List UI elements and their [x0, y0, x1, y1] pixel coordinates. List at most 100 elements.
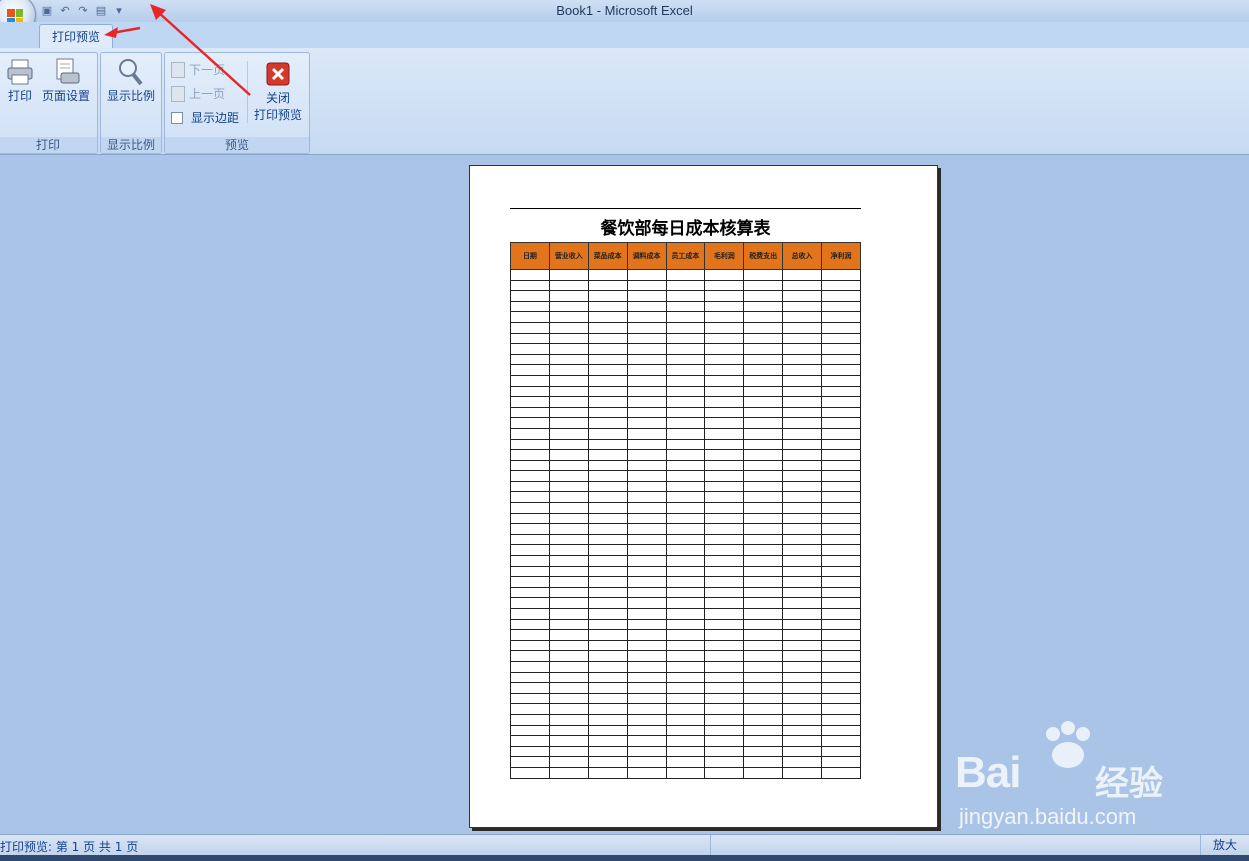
table-cell: [665, 671, 706, 684]
table-cell: [704, 311, 745, 323]
save-icon[interactable]: ▣: [40, 4, 54, 18]
table-cell: [548, 523, 589, 535]
table-cell: [548, 459, 589, 472]
table-cell: [821, 311, 861, 323]
table-cell: [587, 576, 628, 588]
table-cell: [704, 692, 745, 705]
table-cell: [626, 269, 667, 281]
table-cell: [704, 735, 745, 747]
table-cell: [665, 713, 706, 726]
table-cell: [548, 576, 589, 588]
table-cell: [587, 470, 628, 482]
page-setup-button[interactable]: 页面设置: [39, 57, 93, 104]
table-cell: [743, 660, 784, 673]
table-cell: [548, 343, 589, 355]
table-cell: [665, 512, 706, 525]
table-cell: [704, 480, 745, 493]
table-cell: [782, 703, 822, 715]
table-cell: [587, 502, 628, 514]
table-cell: [704, 353, 745, 366]
table-cell: [704, 290, 745, 302]
table-row: [510, 512, 861, 525]
table-cell: [704, 618, 745, 631]
table-cell: [704, 608, 745, 620]
table-cell: [587, 703, 628, 715]
table-cell: [704, 449, 745, 461]
table-cell: [665, 449, 706, 461]
table-row: [510, 427, 861, 440]
customize-qat-chevron-icon[interactable]: ▾: [112, 4, 126, 18]
table-cell: [743, 480, 784, 493]
table-cell: [626, 290, 667, 302]
table-cell: [821, 353, 861, 366]
table-cell: [548, 660, 589, 673]
table-cell: [782, 660, 822, 673]
undo-icon[interactable]: ↶: [58, 4, 72, 18]
table-cell: [665, 735, 706, 747]
table-cell: [821, 449, 861, 461]
table-cell: [665, 470, 706, 482]
table-cell: [626, 565, 667, 578]
close-preview-button[interactable]: 关闭 打印预览: [251, 59, 305, 123]
table-row: [510, 555, 861, 567]
table-cell: [782, 766, 822, 779]
table-cell: [548, 565, 589, 578]
table-cell: [548, 703, 589, 715]
table-cell: [704, 364, 745, 376]
table-cell: [665, 427, 706, 440]
table-cell: [704, 586, 745, 599]
table-row: [510, 480, 861, 493]
table-cell: [782, 682, 822, 694]
table-row: [510, 459, 861, 472]
table-cell: [510, 650, 550, 662]
table-cell: [821, 502, 861, 514]
table-row: [510, 353, 861, 366]
print-preview-icon[interactable]: ▤: [94, 4, 108, 18]
table-cell: [782, 512, 822, 525]
prev-page-button[interactable]: 上一页: [171, 85, 225, 102]
table-cell: [510, 724, 550, 737]
table-cell: [665, 629, 706, 641]
table-cell: [821, 417, 861, 429]
taskbar: [0, 855, 1249, 861]
table-cell: [743, 427, 784, 440]
table-row: [510, 618, 861, 631]
table-cell: [782, 385, 822, 398]
table-cell: [704, 396, 745, 408]
print-button[interactable]: 打印: [3, 57, 37, 104]
table-cell: [626, 650, 667, 662]
table-cell: [665, 682, 706, 694]
preview-page[interactable]: 餐饮部每日成本核算表 日期 营业收入 菜品成本 调料成本 员工成本 毛利润 税费支出 总收入净…: [469, 165, 938, 828]
table-row: [510, 735, 861, 747]
table-cell: [587, 682, 628, 694]
table-cell: [587, 491, 628, 504]
show-margins-checkbox[interactable]: 显示边距: [171, 109, 239, 126]
table-cell: [782, 290, 822, 302]
table-cell: [821, 332, 861, 345]
table-cell: [665, 660, 706, 673]
table-cell: [510, 459, 550, 472]
table-cell: [548, 766, 589, 779]
zoom-in-button[interactable]: 放大: [1200, 835, 1249, 855]
table-cell: [743, 385, 784, 398]
table-cell: [626, 364, 667, 376]
table-cell: [704, 756, 745, 768]
zoom-button[interactable]: 显示比例: [105, 57, 157, 104]
table-cell: [743, 533, 784, 546]
table-row: [510, 576, 861, 588]
table-body: [510, 269, 861, 779]
table-row: [510, 597, 861, 609]
next-page-button[interactable]: 下一页: [171, 61, 225, 78]
table-cell: [782, 269, 822, 281]
table-cell: [821, 438, 861, 451]
redo-icon[interactable]: ↷: [76, 4, 90, 18]
table-cell: [782, 671, 822, 684]
table-cell: [782, 449, 822, 461]
table-cell: [548, 321, 589, 334]
table-cell: [743, 523, 784, 535]
table-cell: [626, 735, 667, 747]
table-row: [510, 713, 861, 726]
tab-print-preview[interactable]: 打印预览: [39, 24, 113, 49]
table-cell: [548, 544, 589, 557]
table-cell: [821, 597, 861, 609]
